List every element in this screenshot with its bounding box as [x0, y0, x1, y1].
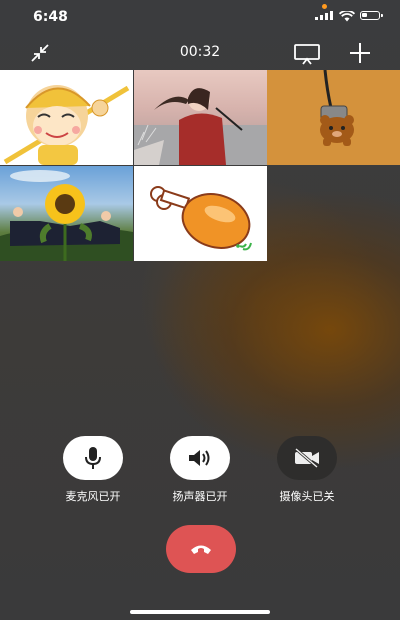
- call-duration: 00:32: [179, 44, 221, 60]
- monkey-king-cartoon-avatar: [3, 85, 130, 165]
- status-bar: 6:48: [0, 0, 400, 34]
- participant-tile-4[interactable]: [0, 166, 133, 261]
- microphone-control: 麦克风已开: [48, 436, 138, 504]
- camera-toggle-button[interactable]: [277, 436, 337, 480]
- home-indicator: [130, 610, 270, 614]
- hangup-button[interactable]: [166, 525, 236, 573]
- phone-hangup-icon: [191, 545, 211, 554]
- camera-control: 摄像头已关: [262, 436, 352, 504]
- microphone-icon: [85, 447, 101, 469]
- speaker-toggle-button[interactable]: [170, 436, 230, 480]
- call-top-bar: 00:32: [0, 36, 400, 70]
- microphone-label: 麦克风已开: [65, 490, 121, 503]
- cellular-signal-icon: [315, 11, 333, 20]
- bear-keychain-avatar: [320, 70, 354, 146]
- plus-icon[interactable]: [349, 42, 371, 64]
- speaker-label: 扬声器已开: [172, 490, 228, 503]
- status-time: 6:48: [33, 9, 68, 25]
- participant-grid: [0, 70, 400, 261]
- camera-label: 摄像头已关: [279, 490, 335, 503]
- participant-tile-2[interactable]: [134, 70, 267, 165]
- microphone-toggle-button[interactable]: [63, 436, 123, 480]
- screen-share-icon[interactable]: [293, 43, 321, 65]
- speaker-icon: [189, 450, 210, 466]
- battery-icon: [360, 11, 383, 20]
- recording-indicator-dot: [322, 4, 327, 9]
- chicken-leg-cartoon-avatar: [150, 186, 252, 251]
- girl-with-umbrella-photo-avatar: [134, 88, 267, 165]
- speaker-control: 扬声器已开: [155, 436, 245, 504]
- participant-tile-1[interactable]: [0, 70, 133, 165]
- camera-off-icon: [295, 448, 319, 468]
- participant-tile-5[interactable]: [134, 166, 267, 261]
- wifi-icon: [339, 11, 355, 22]
- participant-tile-3[interactable]: [267, 70, 400, 165]
- sunflower-photo-avatar: [0, 170, 133, 261]
